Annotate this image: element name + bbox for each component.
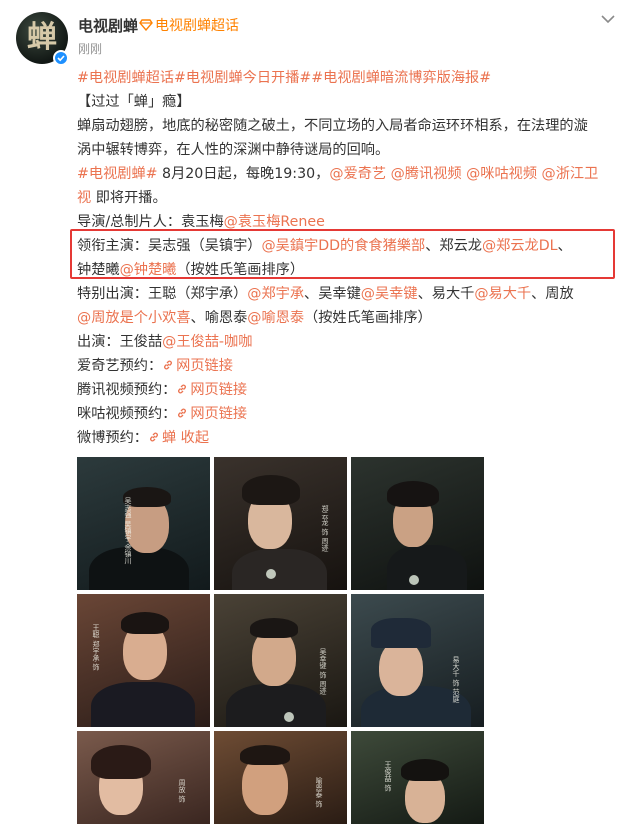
poster-4[interactable]: 王聪 郑宇承 饰 — [77, 594, 210, 727]
hashtag-links[interactable]: #电视剧蝉超话#电视剧蝉今日开播##电视剧蝉暗流博弈版海报# — [77, 70, 491, 86]
mention-cast[interactable]: @王俊喆-咖咖 — [162, 334, 252, 350]
poster-9[interactable]: 王俊喆 饰 — [351, 731, 484, 824]
poster-5[interactable]: 吴幸键 饰 周迹 — [214, 594, 347, 727]
poster-3[interactable] — [351, 457, 484, 590]
mention-special-4[interactable]: @周放是个小欢喜 — [77, 310, 191, 326]
poster-1[interactable]: 吴志强 吴镇宇 余镇川 — [77, 457, 210, 590]
air-suffix: 即将开播。 — [91, 190, 167, 206]
poster-grid: 吴志强 吴镇宇 余镇川 郑云龙 饰 周迹 王聪 郑宇承 饰 吴幸键 饰 周迹 易… — [77, 457, 484, 824]
chevron-down-icon[interactable] — [599, 10, 617, 28]
synopsis-line-1: 蝉扇动翅膀，地底的秘密随之破土，不同立场的入局者命运环环相系，在法理的漩 — [77, 118, 588, 134]
poster-caption: 易大千 饰 范庭 — [452, 656, 460, 703]
author-name[interactable]: 电视剧蝉 — [78, 15, 138, 36]
cast-label: 出演：王俊喆 — [77, 334, 163, 350]
poster-2[interactable]: 郑云龙 饰 周迹 — [214, 457, 347, 590]
leads-suffix: （按姓氏笔画排序） — [176, 262, 305, 278]
mention-director[interactable]: @袁玉梅Renee — [224, 214, 325, 230]
air-time: 8月20日起，每晚19:30， — [157, 166, 330, 182]
special-label: 特别出演：王聪（郑宇承） — [77, 286, 248, 302]
diamond-icon — [139, 19, 153, 31]
tencent-link[interactable]: 网页链接 — [176, 382, 247, 398]
mention-zhejiang-a[interactable]: @浙江卫 — [542, 166, 599, 182]
link-icon — [164, 360, 173, 370]
mention-special-2[interactable]: @吴幸键 — [361, 286, 418, 302]
post-time: 刚刚 — [78, 42, 103, 56]
poster-caption: 王聪 郑宇承 饰 — [92, 624, 100, 671]
special-sep-2: 、易大千 — [417, 286, 475, 302]
mention-iqiyi[interactable]: @爱奇艺 — [329, 166, 386, 182]
special-suffix: （按姓氏笔画排序） — [304, 310, 432, 326]
leads-name-3: 钟楚曦 — [77, 262, 120, 278]
poster-caption: 喻恩泰 饰 — [315, 777, 323, 808]
poster-caption: 吴志强 吴镇宇 余镇川 — [124, 497, 132, 565]
poster-6[interactable]: 易大千 饰 范庭 — [351, 594, 484, 727]
mention-special-5[interactable]: @喻恩泰 — [247, 310, 304, 326]
super-topic-label: 电视剧蝉超话 — [155, 18, 239, 34]
weibo-label: 微博预约： — [77, 430, 148, 446]
poster-7[interactable]: 周放 饰 — [77, 731, 210, 824]
air-hashtag[interactable]: #电视剧蝉# — [77, 166, 158, 182]
synopsis-line-2: 涡中辗转博弈，在人性的深渊中静待谜局的回响。 — [77, 142, 390, 158]
weibo-link-text: 蝉 收起 — [161, 430, 210, 446]
link-icon — [150, 432, 158, 442]
link-icon — [178, 408, 187, 418]
verified-icon — [53, 50, 69, 66]
migu-link-text: 网页链接 — [190, 406, 248, 422]
mention-zhejiang-b[interactable]: 视 — [77, 190, 91, 206]
post-title: 【过过「蝉」瘾】 — [77, 94, 191, 110]
post-header: 蝉 电视剧蝉 电视剧蝉超话 刚刚 — [16, 8, 621, 66]
migu-label: 咪咕视频预约： — [77, 406, 177, 422]
super-topic-badge[interactable]: 电视剧蝉超话 — [139, 15, 239, 35]
iqiyi-label: 爱奇艺预约： — [77, 358, 163, 374]
director-label: 导演/总制片人：袁玉梅 — [77, 214, 224, 230]
iqiyi-link[interactable]: 网页链接 — [162, 358, 233, 374]
tencent-link-text: 网页链接 — [190, 382, 248, 398]
migu-link[interactable]: 网页链接 — [176, 406, 247, 422]
leads-label: 领衔主演：吴志强（吴镇宇） — [77, 238, 262, 254]
leads-sep-1: 、郑云龙 — [425, 238, 482, 254]
poster-caption: 吴幸键 饰 周迹 — [319, 648, 327, 695]
special-sep-1: 、吴幸键 — [304, 286, 361, 302]
mention-special-1[interactable]: @郑宇承 — [247, 286, 304, 302]
mention-migu[interactable]: @咪咕视频 — [466, 166, 537, 182]
poster-caption: 周放 饰 — [178, 779, 186, 803]
mention-lead-3[interactable]: @钟楚曦 — [120, 262, 177, 278]
link-icon — [178, 384, 187, 394]
special-sep-4: 、喻恩泰 — [190, 310, 248, 326]
iqiyi-link-text: 网页链接 — [176, 358, 233, 374]
mention-lead-1[interactable]: @吴鎮宇DD的食食猪樂部 — [261, 238, 425, 254]
weibo-link[interactable]: 蝉 收起 — [148, 430, 209, 446]
tencent-label: 腾讯视频预约： — [77, 382, 177, 398]
leads-sep-2: 、 — [557, 238, 572, 254]
poster-caption: 王俊喆 饰 — [384, 761, 392, 792]
post-content: #电视剧蝉超话#电视剧蝉今日开播##电视剧蝉暗流博弈版海报# 【过过「蝉」瘾】 … — [77, 66, 622, 450]
special-sep-3: 、周放 — [531, 286, 574, 302]
mention-special-3[interactable]: @易大千 — [474, 286, 531, 302]
poster-caption: 郑云龙 饰 周迹 — [321, 505, 329, 552]
mention-lead-2[interactable]: @郑云龙DL — [482, 238, 558, 254]
mention-tencent[interactable]: @腾讯视频 — [391, 166, 462, 182]
poster-8[interactable]: 喻恩泰 饰 — [214, 731, 347, 824]
